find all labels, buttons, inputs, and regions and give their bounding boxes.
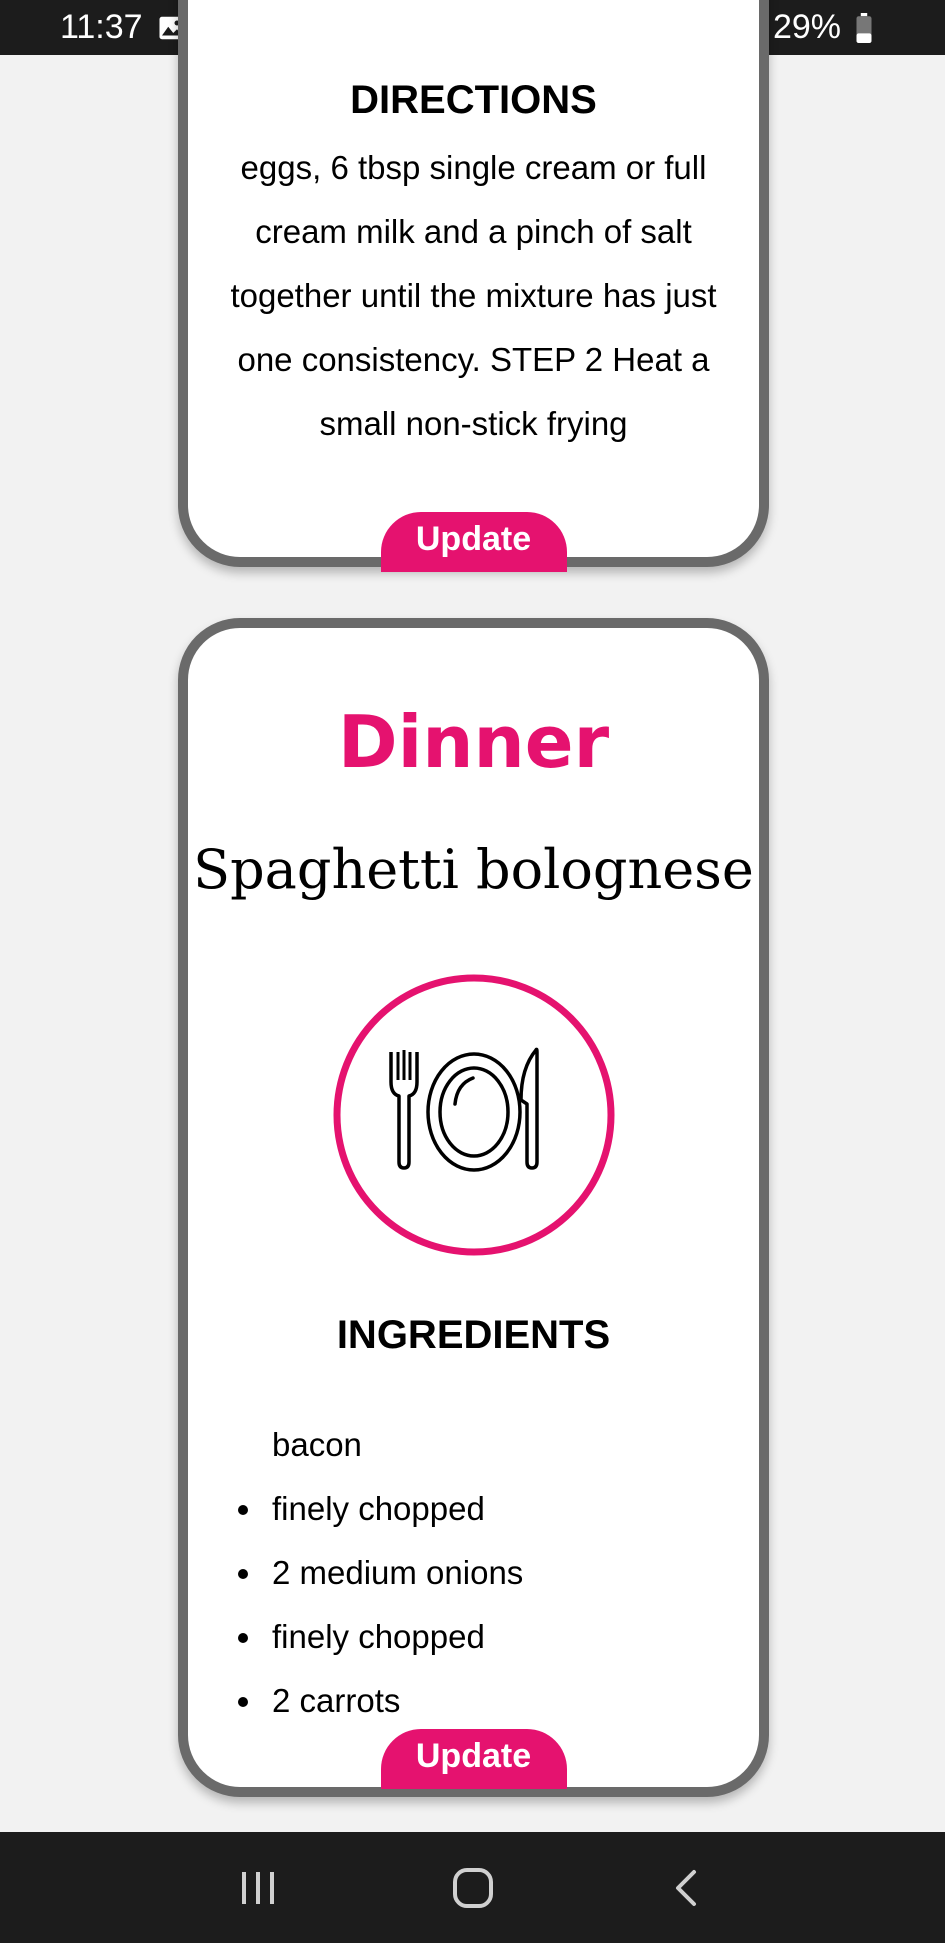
directions-heading: DIRECTIONS [350, 78, 597, 122]
battery-icon [856, 12, 872, 43]
ingredient-item: bacon [272, 1426, 362, 1463]
recipe-name: Spaghetti bolognese [193, 838, 754, 901]
recent-apps-icon [241, 1871, 274, 1904]
recent-apps-button[interactable] [228, 1858, 288, 1918]
update-button[interactable]: Update [380, 512, 567, 572]
back-button[interactable] [658, 1858, 718, 1918]
recipe-card-dinner: Dinner Spaghetti bolognese INGREDIENTS b… [178, 618, 769, 1797]
home-icon [452, 1867, 493, 1908]
ingredients-heading: INGREDIENTS [336, 1313, 611, 1357]
ingredients-list: bacon finely chopped 2 medium onions fin… [228, 1413, 728, 1733]
directions-text: eggs, 6 tbsp single cream or full cream … [230, 149, 717, 442]
ingredient-item: 2 medium onions [228, 1541, 728, 1605]
ingredient-item: 2 carrots [228, 1669, 728, 1733]
home-button[interactable] [443, 1858, 503, 1918]
status-time: 11:37 [60, 8, 143, 46]
battery-percent: 29% [772, 8, 841, 46]
update-button[interactable]: Update [380, 1729, 567, 1789]
ingredient-item: finely chopped [228, 1605, 728, 1669]
ingredient-item: finely chopped [228, 1477, 728, 1541]
plate-cutlery-icon [333, 974, 615, 1256]
meal-title: Dinner [337, 700, 610, 784]
navigation-bar [0, 1832, 945, 1943]
recipe-card-breakfast: DIRECTIONS eggs, 6 tbsp single cream or … [178, 0, 769, 572]
back-icon [675, 1869, 696, 1906]
